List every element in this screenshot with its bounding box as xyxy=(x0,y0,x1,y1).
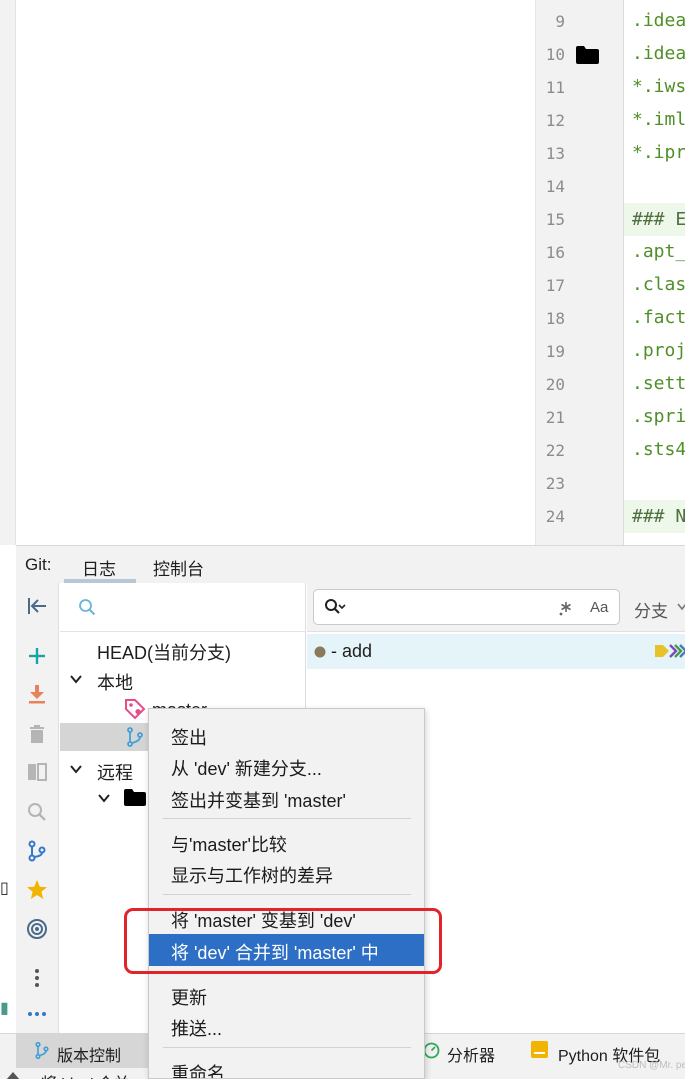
target-icon[interactable] xyxy=(26,918,48,940)
python-packages-icon xyxy=(531,1041,548,1058)
delete-icon[interactable] xyxy=(26,723,48,745)
annotation-highlight-box xyxy=(124,908,442,974)
menu-separator xyxy=(163,894,411,895)
commit-message: - add xyxy=(331,641,373,661)
tree-remote[interactable]: 远程 xyxy=(97,759,133,785)
menu-item-checkout-and-rebase[interactable]: 签出并变基到 'master' xyxy=(171,787,346,813)
tab-console[interactable]: 控制台 xyxy=(153,555,204,580)
line-number: 16 xyxy=(545,243,565,262)
line-number: 15 xyxy=(545,210,565,229)
search-icon xyxy=(79,599,96,616)
tab-version-control-label: 版本控制 xyxy=(57,1048,122,1065)
line-number: 21 xyxy=(545,408,565,427)
status-triangle-icon xyxy=(6,1072,20,1079)
line-number: 17 xyxy=(545,276,565,295)
collapse-left-icon[interactable] xyxy=(26,595,48,617)
left-tool-strip xyxy=(0,0,16,545)
status-text: 将 'dev' 合并 xyxy=(41,1070,130,1079)
menu-separator xyxy=(163,1047,411,1048)
code-line: ### E xyxy=(624,203,685,236)
side-tool-glyph: ▮ xyxy=(0,1000,9,1017)
menu-item-diff-with-working-tree[interactable]: 显示与工作树的差异 xyxy=(171,862,333,888)
watermark: CSDN @Mr. pen xyxy=(618,1060,685,1071)
log-filter-bar: Aa 分支 xyxy=(307,583,685,632)
line-number: 24 xyxy=(545,507,565,526)
line-number: 13 xyxy=(545,144,565,163)
chevron-down-icon[interactable] xyxy=(69,673,83,685)
side-tool-glyph: ▯ xyxy=(0,880,9,897)
chevron-down-icon[interactable] xyxy=(69,763,83,775)
tree-head[interactable]: HEAD(当前分支) xyxy=(97,639,231,665)
menu-item-compare-with-master[interactable]: 与'master'比较 xyxy=(171,831,287,857)
tab-log[interactable]: 日志 xyxy=(82,555,116,580)
commit-row[interactable]: - add xyxy=(307,634,685,669)
line-number: 22 xyxy=(545,441,565,460)
search-icon[interactable] xyxy=(26,801,48,823)
more-horizontal-icon[interactable] xyxy=(26,1003,48,1025)
compare-icon[interactable] xyxy=(26,761,48,783)
line-number: 14 xyxy=(545,177,565,196)
fetch-icon[interactable] xyxy=(26,683,48,705)
line-number: 23 xyxy=(545,474,565,493)
code-editor[interactable]: .idea .idea *.iws *.iml *.ipr ### E .apt… xyxy=(624,0,685,545)
branch-icon xyxy=(127,727,143,747)
line-number: 12 xyxy=(545,111,565,130)
code-line: *.iml xyxy=(632,109,685,130)
code-line: ### N xyxy=(624,500,685,533)
branch-context-menu: 签出 从 'dev' 新建分支... 签出并变基到 'master' 与'mas… xyxy=(148,708,425,1079)
more-vertical-icon[interactable] xyxy=(26,967,48,989)
tab-version-control[interactable]: 版本控制 xyxy=(16,1034,150,1068)
branch-icon[interactable] xyxy=(26,840,48,862)
match-case-toggle[interactable]: Aa xyxy=(590,599,608,616)
branch-icon xyxy=(35,1042,49,1059)
chevron-down-icon[interactable] xyxy=(677,603,685,611)
line-number: 18 xyxy=(545,309,565,328)
search-history-icon xyxy=(325,599,346,614)
regex-icon[interactable] xyxy=(558,600,574,616)
line-number: 19 xyxy=(545,342,565,361)
tree-local[interactable]: 本地 xyxy=(97,669,133,695)
project-pane xyxy=(16,0,535,545)
code-line: *.ipr xyxy=(632,142,685,163)
log-search-input[interactable]: Aa xyxy=(313,589,620,625)
git-label: Git: xyxy=(25,555,52,574)
code-line: .idea xyxy=(632,43,685,64)
code-line: .sts4 xyxy=(632,439,685,460)
menu-separator xyxy=(163,818,411,819)
folder-icon xyxy=(124,789,146,806)
code-line: .fact xyxy=(632,307,685,328)
code-line: .apt_ xyxy=(632,241,685,262)
tag-icon xyxy=(125,699,146,720)
branch-filter[interactable]: 分支 xyxy=(634,597,668,622)
line-number: 9 xyxy=(555,12,565,31)
folder-icon[interactable] xyxy=(576,46,599,64)
code-line: .sett xyxy=(632,373,685,394)
branch-search-input[interactable] xyxy=(60,583,306,632)
commit-dot-icon xyxy=(314,646,326,658)
star-icon[interactable] xyxy=(26,879,48,901)
line-number: 11 xyxy=(545,78,565,97)
line-number: 20 xyxy=(545,375,565,394)
code-line: .clas xyxy=(632,274,685,295)
code-line: .proj xyxy=(632,340,685,361)
code-line: *.iws xyxy=(632,76,685,97)
tab-profiler[interactable]: 分析器 xyxy=(447,1042,495,1066)
profiler-icon xyxy=(423,1042,440,1059)
chevron-down-icon[interactable] xyxy=(97,792,111,804)
code-line: .idea xyxy=(632,10,685,31)
git-toolbar xyxy=(16,583,59,1033)
menu-item-new-branch-from-dev[interactable]: 从 'dev' 新建分支... xyxy=(171,755,322,781)
branch-tags-icon xyxy=(655,644,685,658)
menu-item-push[interactable]: 推送... xyxy=(171,1015,222,1041)
line-number: 10 xyxy=(545,45,565,64)
menu-item-rename[interactable]: 重命名... xyxy=(171,1060,240,1078)
menu-item-checkout[interactable]: 签出 xyxy=(171,724,207,750)
git-toolwindow-header: Git: 日志 控制台 xyxy=(16,545,685,583)
menu-item-update[interactable]: 更新 xyxy=(171,984,207,1010)
code-line: .spri xyxy=(632,406,685,427)
add-icon[interactable] xyxy=(26,645,48,667)
